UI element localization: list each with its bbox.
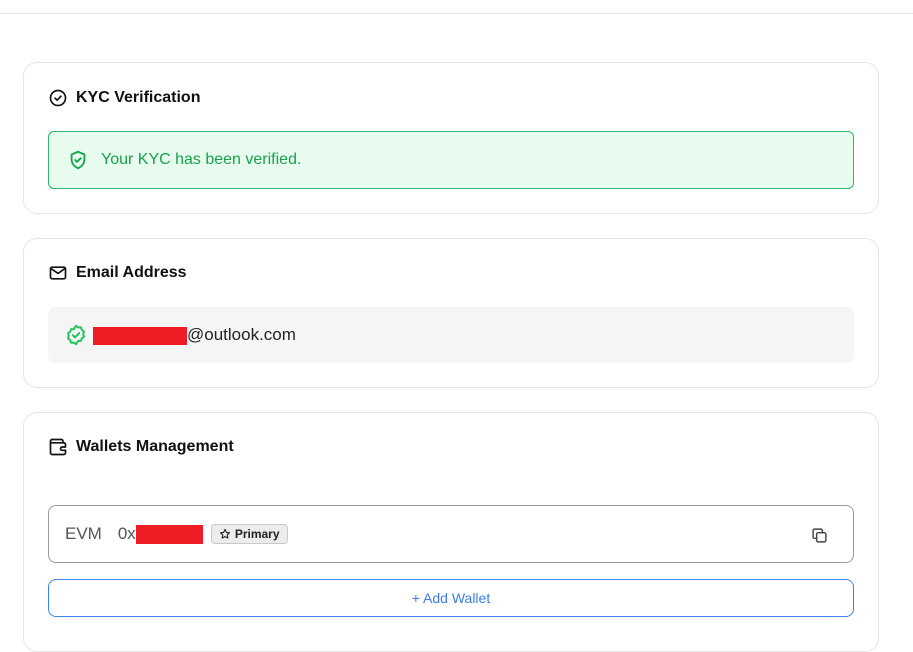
email-value-row: @outlook.com [48, 307, 854, 363]
wallets-card: Wallets Management EVM 0x Primary + Add … [23, 412, 879, 652]
wallet-item: EVM 0x Primary [48, 505, 854, 563]
primary-badge-label: Primary [234, 527, 280, 541]
wallets-title: Wallets Management [76, 438, 234, 455]
email-card: Email Address @outlook.com [23, 238, 879, 388]
primary-badge: Primary [210, 524, 288, 544]
wallet-icon [48, 437, 68, 457]
kyc-card-header: KYC Verification [48, 88, 200, 108]
email-card-header: Email Address [48, 263, 187, 283]
wallet-chain-label: EVM [65, 524, 102, 543]
kyc-card: KYC Verification Your KYC has been verif… [23, 62, 879, 214]
mail-icon [48, 263, 68, 283]
copy-icon [811, 527, 828, 544]
wallets-card-header: Wallets Management [48, 437, 234, 457]
wallet-address: 0x [118, 524, 203, 544]
add-wallet-button[interactable]: + Add Wallet [48, 579, 854, 617]
top-bar [0, 0, 913, 14]
wallet-address-redaction [135, 525, 203, 544]
kyc-status-banner: Your KYC has been verified. [48, 131, 854, 189]
copy-address-button[interactable] [809, 525, 829, 545]
shield-check-icon [67, 149, 89, 171]
badge-check-icon [64, 323, 88, 347]
kyc-title: KYC Verification [76, 89, 201, 106]
wallet-address-prefix: 0x [117, 524, 136, 543]
email-title: Email Address [76, 264, 187, 281]
email-domain: @outlook.com [187, 325, 296, 344]
check-circle-icon [48, 88, 68, 108]
kyc-status-text: Your KYC has been verified. [101, 151, 302, 168]
email-redaction [93, 326, 187, 345]
star-icon [219, 528, 231, 540]
